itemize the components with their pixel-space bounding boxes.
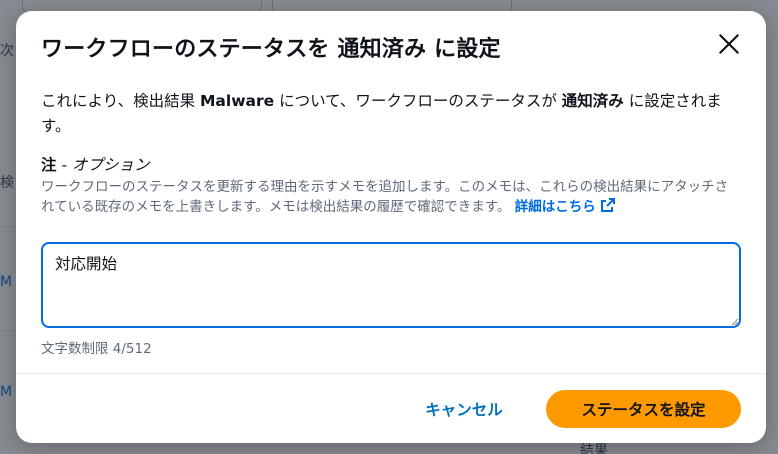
character-count: 文字数制限 4/512 (41, 341, 152, 357)
set-status-modal: ワークフローのステータスを 通知済み に設定 これにより、検出結果 Malwar… (16, 11, 766, 443)
label-separator: - (56, 156, 72, 174)
cancel-button[interactable]: キャンセル (410, 391, 518, 427)
external-link-icon (600, 198, 615, 212)
description-text: について、ワークフローのステータスが (274, 92, 562, 110)
resize-grip-icon[interactable] (729, 316, 739, 326)
learn-more-text: 詳細はこちら (514, 199, 596, 215)
note-textarea[interactable]: 対応開始 (41, 242, 741, 328)
set-status-button[interactable]: ステータスを設定 (546, 390, 741, 428)
close-button[interactable] (716, 31, 742, 57)
finding-name: Malware (200, 92, 275, 110)
note-field-label: 注 - オプション (41, 153, 149, 175)
optional-label: オプション (71, 156, 150, 174)
note-field-description: ワークフローのステータスを更新する理由を示すメモを追加します。このメモは、これら… (41, 177, 741, 217)
status-value: 通知済み (561, 92, 624, 110)
modal-description: これにより、検出結果 Malware について、ワークフローのステータスが 通知… (41, 89, 749, 139)
learn-more-link[interactable]: 詳細はこちら (514, 198, 616, 215)
close-icon (719, 34, 739, 54)
description-text: これにより、検出結果 (41, 92, 200, 110)
note-label: 注 (41, 156, 57, 174)
modal-title: ワークフローのステータスを 通知済み に設定 (41, 37, 501, 62)
note-description-text: ワークフローのステータスを更新する理由を示すメモを追加します。このメモは、これら… (41, 179, 729, 215)
footer-divider (16, 373, 766, 374)
modal-header: ワークフローのステータスを 通知済み に設定 (16, 11, 766, 83)
